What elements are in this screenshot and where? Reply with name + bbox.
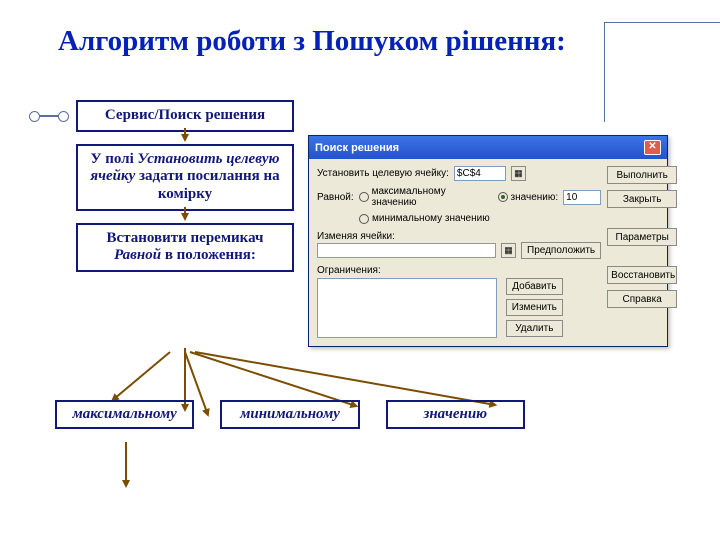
run-button[interactable]: Выполнить bbox=[607, 166, 677, 184]
add-constraint-button[interactable]: Добавить bbox=[506, 278, 563, 295]
suggest-button[interactable]: Предположить bbox=[521, 242, 601, 259]
equal-label: Равной: bbox=[317, 192, 354, 203]
delete-constraint-button[interactable]: Удалить bbox=[506, 320, 563, 337]
changing-cells-input[interactable] bbox=[317, 243, 496, 258]
slide-title: Алгоритм роботи з Пошуком рішення: bbox=[58, 24, 618, 59]
arrow-icon bbox=[190, 351, 352, 405]
dialog-right-pane: Выполнить Закрыть Параметры Восстановить… bbox=[607, 166, 677, 338]
range-picker-icon[interactable]: ▦ bbox=[511, 166, 526, 181]
range-picker-icon[interactable]: ▦ bbox=[501, 243, 516, 258]
branch-min: минимальному bbox=[220, 400, 359, 429]
radio-max-label: максимальному значению bbox=[372, 186, 493, 208]
branch-val: значению bbox=[386, 400, 525, 429]
arrow-icon bbox=[125, 442, 127, 480]
value-input[interactable] bbox=[563, 190, 601, 205]
help-button[interactable]: Справка bbox=[607, 290, 677, 308]
radio-min[interactable]: минимальному значению bbox=[359, 213, 490, 224]
edit-constraint-button[interactable]: Изменить bbox=[506, 299, 563, 316]
decoration-beads bbox=[34, 115, 64, 117]
arrow-icon bbox=[195, 351, 491, 405]
decoration-line-h bbox=[605, 22, 720, 23]
arrow-icon bbox=[116, 351, 171, 398]
solver-dialog: Поиск решения ✕ Установить целевую ячейк… bbox=[308, 135, 668, 347]
branch-max: максимальному bbox=[55, 400, 194, 429]
step-3-text-c: в положення: bbox=[161, 247, 256, 263]
constraints-list[interactable] bbox=[317, 278, 497, 338]
radio-value-label: значению: bbox=[511, 192, 559, 203]
step-2: У полі Установить целевую ячейку задати … bbox=[76, 144, 294, 211]
constraints-label: Ограничения: bbox=[317, 265, 601, 276]
params-button[interactable]: Параметры bbox=[607, 228, 677, 246]
changing-cells-label: Изменяя ячейки: bbox=[317, 231, 601, 242]
arrow-icon bbox=[181, 213, 189, 221]
step-2-text-a: У полі bbox=[90, 151, 137, 167]
arrow-icon bbox=[181, 134, 189, 142]
target-cell-input[interactable] bbox=[454, 166, 506, 181]
branch-row: максимальному минимальному значению bbox=[55, 400, 525, 429]
radio-value[interactable]: значению: bbox=[498, 192, 559, 203]
step-3-text-a: Встановити перемикач bbox=[107, 230, 264, 246]
step-3-text-b: Равной bbox=[114, 247, 161, 263]
step-3: Встановити перемикач Равной в положення: bbox=[76, 223, 294, 272]
radio-min-label: минимальному значению bbox=[372, 213, 490, 224]
radio-max[interactable]: максимальному значению bbox=[359, 186, 493, 208]
reset-button[interactable]: Восстановить bbox=[607, 266, 677, 284]
dialog-left-pane: Установить целевую ячейку: ▦ Равной: мак… bbox=[317, 166, 601, 338]
target-cell-label: Установить целевую ячейку: bbox=[317, 168, 449, 179]
step-2-text-c: задати посилання на комірку bbox=[135, 168, 279, 202]
flowchart: Сервис/Поиск решения У полі Установить ц… bbox=[76, 100, 294, 272]
dialog-titlebar: Поиск решения ✕ bbox=[309, 136, 667, 159]
close-icon[interactable]: ✕ bbox=[644, 140, 661, 155]
close-button[interactable]: Закрыть bbox=[607, 190, 677, 208]
dialog-title-text: Поиск решения bbox=[315, 142, 399, 154]
